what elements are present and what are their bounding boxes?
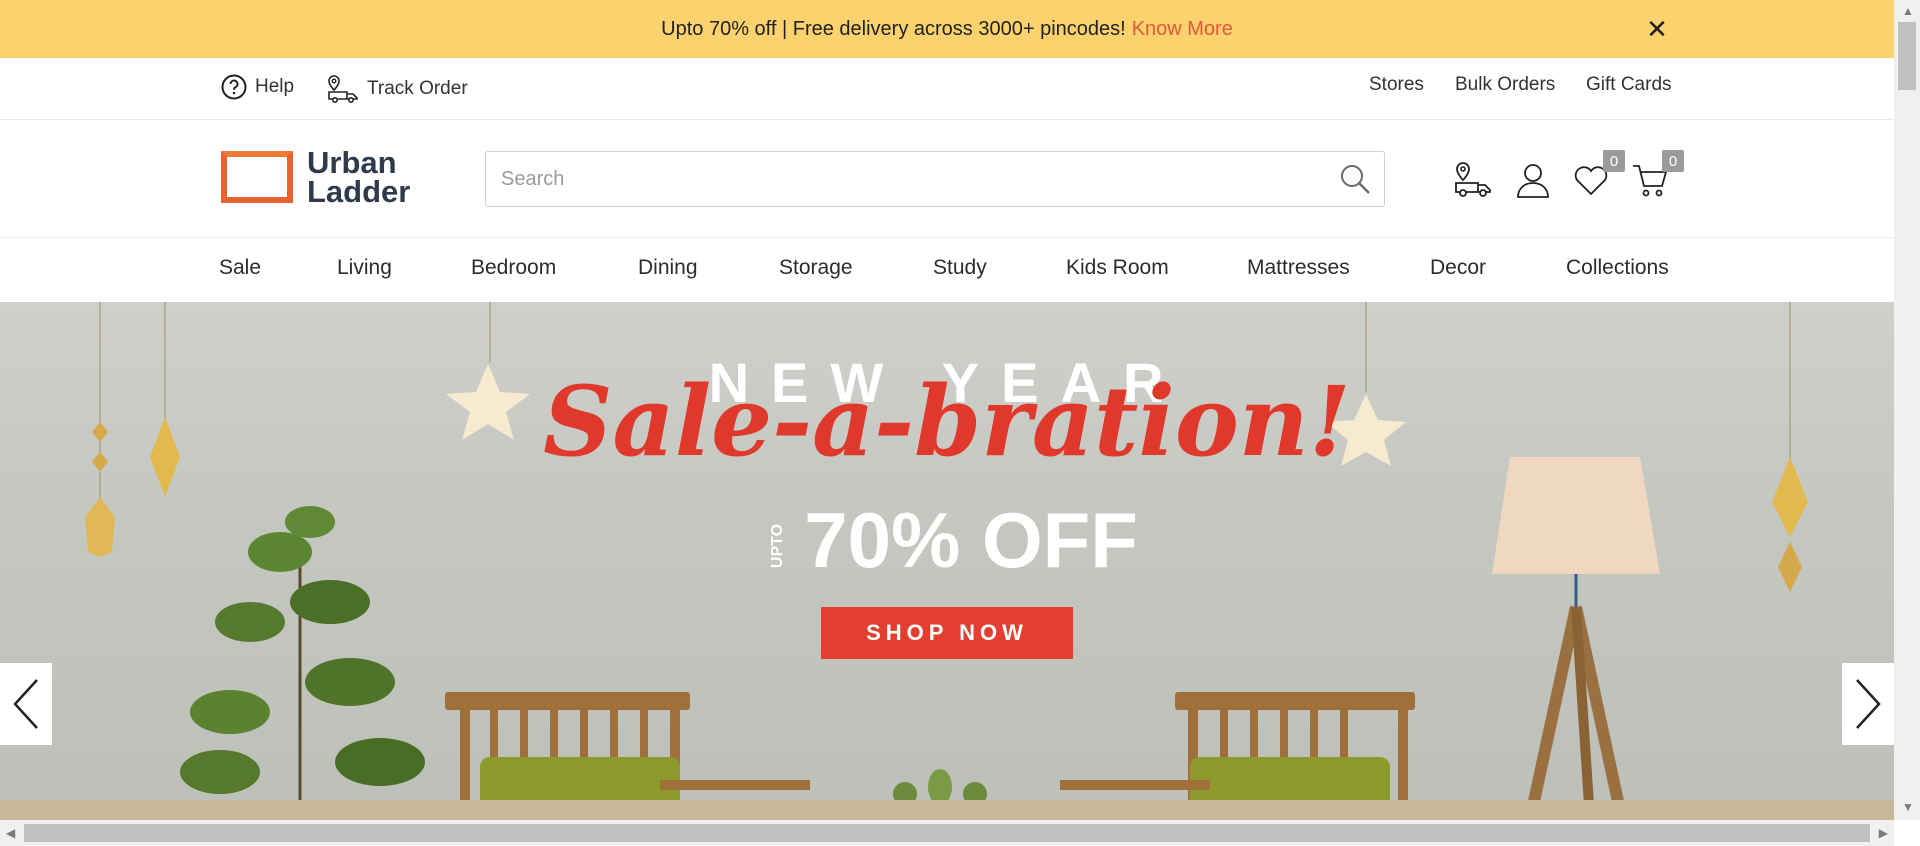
banner-offer-value: 70% OFF xyxy=(804,496,1138,584)
banner-upto-label: UPTO xyxy=(769,524,787,569)
bulk-orders-link[interactable]: Bulk Orders xyxy=(1455,74,1555,96)
scroll-up-arrow-icon[interactable]: ▲ xyxy=(1902,4,1914,18)
shop-now-button[interactable]: SHOP NOW xyxy=(821,607,1073,659)
nav-item-dining[interactable]: Dining xyxy=(638,256,698,280)
chevron-right-icon xyxy=(1856,679,1881,729)
help-label: Help xyxy=(255,76,295,97)
carousel-next-button[interactable] xyxy=(1842,663,1894,745)
nav-item-collections[interactable]: Collections xyxy=(1566,256,1669,280)
scroll-left-arrow-icon[interactable]: ◀ xyxy=(6,826,15,840)
urban-ladder-logo[interactable]: Urban Ladder xyxy=(221,145,411,209)
scroll-down-arrow-icon[interactable]: ▼ xyxy=(1902,800,1914,814)
floor xyxy=(0,800,1894,820)
horizontal-scrollbar[interactable]: ◀ ▶ xyxy=(0,820,1894,846)
banner-offer: UPTO 70% OFF xyxy=(0,495,1894,586)
nav-item-mattresses[interactable]: Mattresses xyxy=(1247,256,1350,280)
stores-link[interactable]: Stores xyxy=(1369,74,1424,96)
nav-item-storage[interactable]: Storage xyxy=(779,256,853,280)
logo-mark xyxy=(221,151,293,203)
wishlist-icon[interactable]: 0 xyxy=(1571,150,1625,200)
search-input[interactable] xyxy=(486,152,1306,206)
nav-item-sale[interactable]: Sale xyxy=(219,256,261,280)
search-box xyxy=(485,151,1385,207)
carousel-prev-button[interactable] xyxy=(0,663,52,745)
delivery-truck-icon xyxy=(328,75,358,103)
promo-bar: Upto 70% off | Free delivery across 3000… xyxy=(0,0,1894,58)
wishlist-count-badge: 0 xyxy=(1603,150,1625,172)
gift-cards-link[interactable]: Gift Cards xyxy=(1586,74,1672,96)
nav-item-bedroom[interactable]: Bedroom xyxy=(471,256,556,280)
vertical-scroll-thumb[interactable] xyxy=(1898,22,1916,90)
logo-text: Urban Ladder xyxy=(307,145,411,209)
cart-count-badge: 0 xyxy=(1662,150,1684,172)
banner-headline-sale: Sale-a-bration! xyxy=(543,365,1351,478)
close-icon[interactable]: ✕ xyxy=(1642,14,1672,44)
help-link[interactable]: Help xyxy=(221,74,294,100)
nav-item-living[interactable]: Living xyxy=(337,256,392,280)
track-order-link[interactable]: Track Order xyxy=(327,74,468,104)
chevron-left-icon xyxy=(13,679,38,729)
nav-item-kids-room[interactable]: Kids Room xyxy=(1066,256,1169,280)
category-nav: Sale Living Bedroom Dining Storage Study… xyxy=(0,238,1894,302)
logo-line-2: Ladder xyxy=(307,174,411,209)
nav-item-study[interactable]: Study xyxy=(933,256,987,280)
site-header: Urban Ladder 0 xyxy=(0,120,1894,238)
user-account-icon[interactable] xyxy=(1513,160,1553,200)
know-more-link[interactable]: Know More xyxy=(1132,18,1233,41)
scroll-right-arrow-icon[interactable]: ▶ xyxy=(1879,826,1888,840)
promo-text: Upto 70% off | Free delivery across 3000… xyxy=(661,17,1126,40)
cart-icon[interactable]: 0 xyxy=(1630,150,1684,200)
vertical-scrollbar[interactable]: ▲ ▼ xyxy=(1894,0,1920,820)
track-order-label: Track Order xyxy=(367,78,468,99)
search-icon[interactable] xyxy=(1338,162,1372,196)
utility-bar: Help Track Order Stores Bulk Orders Gift… xyxy=(0,58,1894,120)
nav-item-decor[interactable]: Decor xyxy=(1430,256,1486,280)
logo-line-1: Urban xyxy=(307,145,397,180)
delivery-tracking-icon[interactable] xyxy=(1453,160,1493,200)
help-icon xyxy=(221,74,247,100)
horizontal-scroll-thumb[interactable] xyxy=(24,824,1870,842)
